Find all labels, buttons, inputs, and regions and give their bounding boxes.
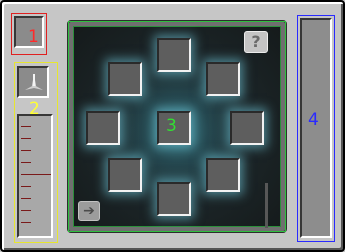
gauge-tick: [21, 150, 31, 151]
gauge-tick: [21, 210, 31, 211]
gauge-tick: [21, 138, 31, 139]
level-gauge: [17, 114, 53, 238]
ring-slot-top-left[interactable]: [108, 62, 142, 96]
exit-arrow-icon[interactable]: ➔: [78, 201, 100, 221]
gauge-tick: [21, 126, 31, 127]
scroll-indicator: [265, 183, 268, 228]
gauge-tick: [21, 222, 31, 223]
machine-gui: 1 2 ? ➔ 3 4: [0, 0, 345, 252]
gauge-tick: [21, 174, 51, 175]
ring-slot-right[interactable]: [230, 111, 264, 145]
region-4-label: 4: [308, 110, 319, 130]
gauge-tick: [21, 162, 31, 163]
lever-icon: [25, 74, 43, 90]
ring-slot-top-right[interactable]: [206, 62, 240, 96]
ring-slot-left[interactable]: [86, 111, 120, 145]
question-mark-icon[interactable]: ?: [244, 31, 268, 53]
region-2-label: 2: [29, 99, 40, 119]
ring-slot-bottom-right[interactable]: [206, 158, 240, 192]
region-1-label: 1: [28, 27, 39, 47]
ring-slot-bottom-left[interactable]: [108, 158, 142, 192]
gauge-tick: [21, 198, 31, 199]
gauge-tick: [21, 186, 31, 187]
region-3-label: 3: [166, 116, 177, 136]
lever-button[interactable]: [17, 66, 49, 98]
ring-slot-bottom[interactable]: [157, 182, 191, 216]
ring-slot-top[interactable]: [157, 38, 191, 72]
